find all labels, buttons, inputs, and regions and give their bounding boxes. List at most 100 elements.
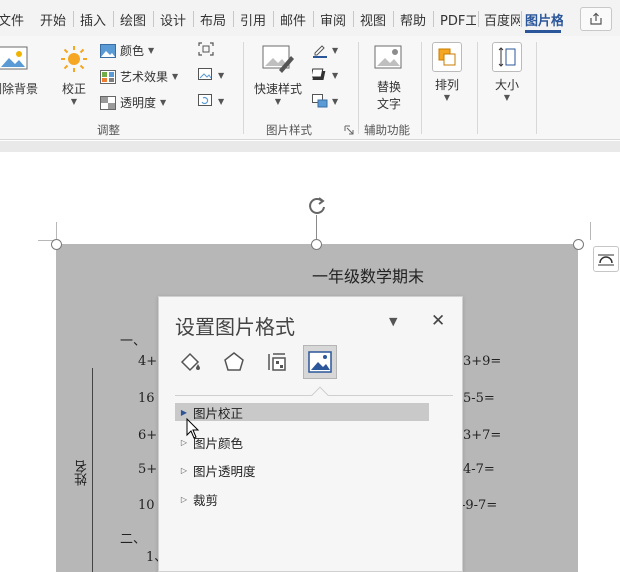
effects-tab[interactable] [217, 345, 251, 379]
resize-handle-top-right[interactable] [573, 239, 584, 250]
tab-home[interactable]: 开始 [40, 10, 66, 29]
tab-review[interactable]: 审阅 [320, 10, 346, 29]
tab-references[interactable]: 引用 [240, 10, 266, 29]
dialog-launcher-icon[interactable] [344, 125, 354, 135]
rotate-handle-icon[interactable] [306, 195, 328, 217]
alt-text-button[interactable]: 替换 文字 [372, 44, 406, 112]
picture-layout-button[interactable]: ▼ [312, 94, 338, 108]
alt-text-label-line2: 文字 [376, 97, 401, 111]
transparency-icon [100, 95, 116, 110]
accessibility-group-label: 辅助功能 [364, 123, 410, 137]
section-two-marker: 二、 [120, 532, 147, 547]
resize-handle-top[interactable] [311, 239, 322, 250]
corrections-label: 校正 [61, 82, 86, 96]
section-crop[interactable]: ▷ 裁剪 [175, 490, 429, 508]
section-picture-color[interactable]: ▷ 图片颜色 [175, 433, 429, 451]
size-icon [498, 47, 516, 67]
problem-right: -9-7= [461, 498, 498, 513]
ribbon-tab-bar: 文件 开始 插入 绘图 设计 布局 引用 邮件 审阅 视图 帮助 PDF工 百度… [0, 0, 620, 36]
quick-styles-button[interactable]: 快速样式 ▼ [254, 44, 302, 106]
color-label: 颜色 [120, 44, 145, 58]
size-properties-icon [268, 353, 286, 371]
remove-background-button[interactable]: 删除背景 [0, 44, 38, 97]
problem-left: 4+ [138, 354, 158, 369]
arrange-icon [438, 48, 456, 66]
tab-separator [273, 11, 274, 27]
tab-view[interactable]: 视图 [360, 10, 386, 29]
chevron-down-icon: ▼ [70, 97, 78, 106]
problem-right: 4-7= [463, 462, 495, 477]
color-button[interactable]: 颜色 ▼ [100, 42, 154, 59]
active-tab-underline [525, 30, 561, 33]
section-one-marker: 一、 [120, 334, 147, 349]
tab-mailings[interactable]: 邮件 [280, 10, 306, 29]
picture-tab[interactable] [303, 345, 337, 379]
tab-pdf-tools[interactable]: PDF工 [440, 10, 476, 28]
tab-file[interactable]: 文件 [0, 10, 24, 29]
tab-draw[interactable]: 绘图 [120, 10, 146, 29]
pen-icon [313, 45, 327, 58]
margin-mark [56, 222, 57, 240]
arrange-button[interactable]: 排列 ▼ [432, 42, 462, 102]
chevron-down-icon: ▼ [172, 72, 179, 81]
resize-handle-top-left[interactable] [51, 239, 62, 250]
tab-insert[interactable]: 插入 [80, 10, 106, 29]
pentagon-icon [224, 352, 244, 371]
format-picture-pane: 设置图片格式 ▼ ✕ ▶ 图片校正 ▷ 图片颜色 ▷ 图片透明度 ▷ 裁剪 [158, 296, 463, 572]
tab-layout[interactable]: 布局 [200, 10, 226, 29]
chevron-down-icon: ▼ [218, 70, 225, 80]
layout-options-icon [598, 254, 614, 266]
tab-separator [153, 11, 154, 27]
tab-separator [521, 11, 522, 27]
expand-triangle-icon: ▷ [180, 465, 188, 475]
transparency-button[interactable]: 透明度 ▼ [100, 94, 166, 111]
corrections-button[interactable]: 校正 ▼ [59, 44, 89, 106]
remove-background-label: 删除背景 [0, 82, 39, 96]
layout-options-button[interactable] [593, 246, 619, 272]
tab-baidu-netdisk[interactable]: 百度网 [484, 10, 520, 28]
change-picture-button[interactable]: ▼ [198, 68, 224, 82]
layout-properties-tab[interactable] [260, 345, 294, 379]
tab-separator [393, 11, 394, 27]
section-picture-transparency[interactable]: ▷ 图片透明度 [175, 461, 429, 479]
problem-right: 5-5= [463, 391, 495, 406]
pane-options-chevron-icon[interactable]: ▼ [389, 315, 397, 328]
compress-icon [198, 42, 214, 56]
tab-help[interactable]: 帮助 [400, 10, 426, 29]
expand-triangle-icon: ▶ [180, 407, 188, 417]
quick-styles-label: 快速样式 [254, 82, 303, 96]
group-separator [536, 42, 537, 134]
tab-design[interactable]: 设计 [160, 10, 186, 29]
artistic-effects-button[interactable]: 艺术效果 ▼ [100, 68, 178, 85]
size-button[interactable]: 大小 ▼ [492, 42, 522, 102]
reset-picture-button[interactable]: ▼ [198, 94, 224, 108]
section-label: 图片颜色 [193, 435, 244, 451]
pane-divider-notch [311, 386, 329, 404]
tab-picture-format[interactable]: 图片格 [525, 10, 563, 28]
picture-color-icon [100, 43, 116, 58]
artistic-effects-icon [100, 69, 116, 84]
fill-line-tab[interactable] [173, 345, 207, 379]
alt-text-label-line1: 替换 [376, 80, 401, 94]
close-icon[interactable]: ✕ [431, 311, 445, 331]
change-picture-icon [198, 68, 212, 80]
share-button[interactable] [580, 7, 612, 31]
group-separator [421, 42, 422, 134]
section-picture-corrections[interactable]: ▶ 图片校正 [175, 403, 429, 421]
mouse-pointer-icon [186, 418, 200, 439]
compress-pictures-button[interactable] [198, 42, 214, 56]
picture-effects-button[interactable]: ▼ [312, 68, 338, 82]
picture-border-button[interactable]: ▼ [312, 42, 338, 58]
adjust-group-label: 调整 [97, 123, 120, 137]
chevron-down-icon: ▼ [503, 93, 511, 102]
reset-picture-icon [198, 94, 212, 106]
picture-layout-icon [312, 94, 328, 108]
arrange-icon-box [432, 42, 462, 72]
chevron-down-icon: ▼ [160, 98, 167, 107]
expand-triangle-icon: ▷ [180, 494, 188, 504]
pane-title: 设置图片格式 [175, 315, 295, 339]
transparency-label: 透明度 [120, 96, 157, 110]
tab-separator [73, 11, 74, 27]
worksheet-title: 一年级数学期末 [312, 267, 425, 286]
sun-icon [61, 46, 87, 72]
